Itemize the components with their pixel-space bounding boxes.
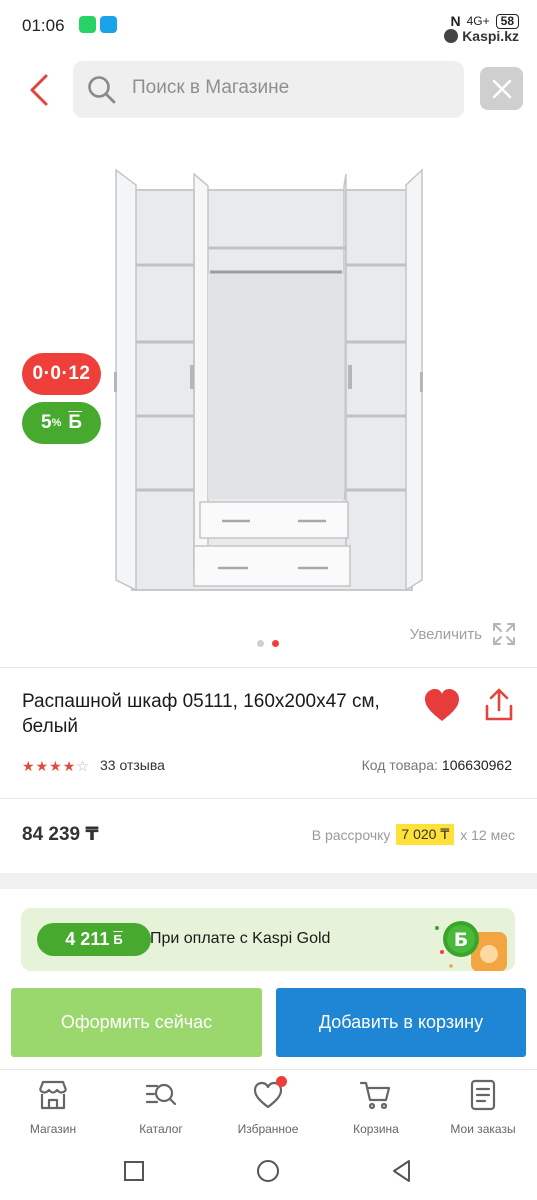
watermark-logo-icon	[444, 29, 459, 43]
nfc-icon: N	[450, 13, 461, 29]
star-icon: ★	[22, 758, 35, 774]
tab-label: Каталог	[139, 1122, 183, 1136]
system-navigation-bar	[0, 1141, 537, 1200]
tab-label: Магазин	[29, 1122, 77, 1136]
chevron-left-icon	[30, 74, 48, 106]
bonus-currency: Б	[68, 412, 82, 433]
tab-label: Избранное	[237, 1122, 299, 1136]
star-outline-icon: ☆	[76, 758, 89, 774]
battery-indicator: 58	[495, 13, 519, 29]
watermark-text: Kaspi.kz	[462, 28, 519, 44]
zoom-button[interactable]: Увеличить	[410, 622, 516, 646]
bonus-amount-currency: Б	[113, 932, 123, 947]
messenger-icon	[100, 16, 117, 33]
status-indicators: N 4G+ 58	[450, 13, 519, 29]
zoom-label: Увеличить	[409, 625, 482, 643]
bonus-percent: 5	[40, 412, 52, 433]
search-placeholder: Поиск в Магазине	[132, 77, 290, 98]
network-indicator: 4G+	[466, 14, 490, 28]
status-bar: 01:06 N 4G+ 58 Kaspi.kz	[0, 0, 537, 50]
back-nav-icon[interactable]	[389, 1158, 415, 1184]
back-button[interactable]	[22, 70, 56, 110]
section-separator	[0, 873, 537, 889]
tab-catalog[interactable]: Каталог	[113, 1078, 209, 1136]
installment-suffix: x 12 мес	[460, 826, 515, 843]
bonus-percent-sign: %	[51, 417, 62, 429]
star-icon: ★	[49, 758, 62, 774]
bonus-amount: 4 211	[65, 929, 110, 949]
bottom-tab-bar: Магазин Каталог Избранное Корзина Мои за…	[0, 1069, 537, 1141]
store-icon	[38, 1080, 68, 1110]
svg-text:Б: Б	[454, 929, 468, 951]
pagination-dot-active[interactable]	[272, 640, 279, 647]
bonus-amount-pill: 4 211 Б	[37, 923, 151, 956]
favorite-button[interactable]	[422, 686, 462, 726]
close-button[interactable]	[480, 67, 523, 110]
kaspi-watermark: Kaspi.kz	[444, 28, 519, 44]
star-icon: ★	[35, 758, 49, 774]
product-title: Распашной шкаф 05111, 160х200х47 см, бел…	[22, 691, 380, 737]
buy-now-button[interactable]: Оформить сейчас	[11, 988, 262, 1057]
divider	[0, 798, 537, 799]
cart-icon	[359, 1081, 391, 1110]
product-image[interactable]	[110, 160, 430, 595]
product-code: Код товара: 106630962	[362, 757, 512, 773]
installment-amount: 7 020 ₸	[396, 824, 455, 845]
installment-badge: 0·0·12	[22, 353, 101, 395]
tab-store[interactable]: Магазин	[5, 1078, 101, 1136]
product-code-value: 106630962	[441, 757, 512, 773]
installment-prefix: В рассрочку	[311, 826, 391, 843]
heart-icon	[425, 689, 459, 721]
notification-dot	[276, 1076, 287, 1087]
search-input[interactable]: Поиск в Магазине	[73, 61, 464, 118]
expand-icon	[493, 623, 515, 645]
status-time: 01:06	[22, 16, 65, 35]
divider	[0, 667, 537, 668]
close-icon	[492, 79, 511, 98]
orders-icon	[470, 1079, 496, 1111]
search-icon	[88, 76, 116, 104]
kaspi-gold-banner[interactable]: 4 211 Б При оплате с Kaspi Gold Б	[21, 908, 515, 971]
tab-orders[interactable]: Мои заказы	[435, 1078, 531, 1136]
tab-cart[interactable]: Корзина	[328, 1078, 424, 1136]
tab-favorites[interactable]: Избранное	[220, 1076, 316, 1136]
pagination-dot[interactable]	[257, 640, 264, 647]
rating-stars: ★ ★ ★ ★ ☆	[22, 757, 89, 775]
share-button[interactable]	[480, 686, 518, 726]
kaspi-gold-text: При оплате с Kaspi Gold	[150, 930, 331, 947]
product-code-label: Код товара:	[361, 757, 438, 773]
product-price: 84 239 ₸	[22, 824, 99, 845]
tab-label: Мои заказы	[450, 1122, 516, 1136]
image-pagination	[257, 640, 279, 647]
share-icon	[485, 688, 513, 721]
reviews-link[interactable]: 33 отзыва	[100, 757, 165, 773]
star-icon: ★	[62, 758, 76, 774]
bonus-badge: 5% Б	[22, 402, 101, 444]
kaspi-gold-bonus-icon: Б	[435, 921, 507, 971]
recents-icon[interactable]	[121, 1158, 147, 1184]
add-to-cart-button[interactable]: Добавить в корзину	[276, 988, 526, 1057]
home-icon[interactable]	[255, 1158, 281, 1184]
whatsapp-icon	[79, 16, 96, 33]
installment-info[interactable]: В рассрочку 7 020 ₸ x 12 мес	[312, 824, 515, 845]
tab-label: Корзина	[353, 1122, 399, 1136]
catalog-search-icon	[145, 1083, 177, 1106]
